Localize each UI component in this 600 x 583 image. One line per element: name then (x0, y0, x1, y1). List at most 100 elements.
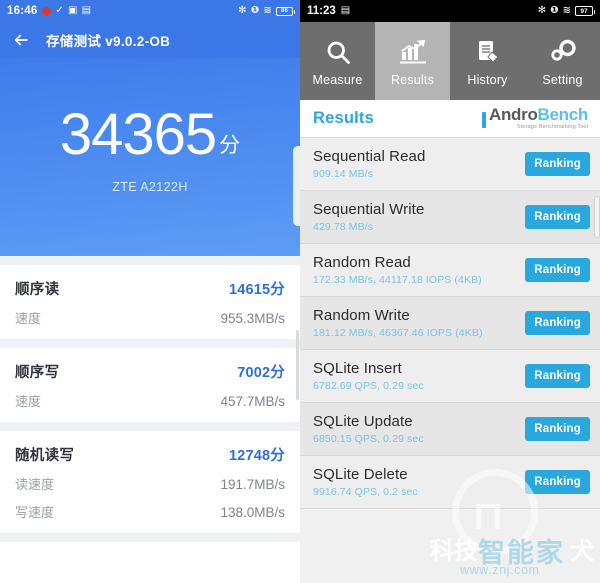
row-title: Sequential Read (313, 148, 426, 165)
split-screen-icon: ▤ (81, 5, 92, 16)
left-status-time: 16:46 (7, 5, 38, 17)
logo-wordmark: AndroBench (489, 106, 588, 123)
ranking-button[interactable]: Ranking (525, 258, 590, 282)
table-row[interactable]: Sequential Read 909.14 MB/s Ranking (300, 138, 600, 191)
tab-setting[interactable]: Setting (525, 22, 600, 100)
wifi-icon: ≋ (263, 5, 272, 16)
result-name: 随机读写 (15, 448, 75, 464)
left-phone-panel: 16:46 ✓ ▣ ▤ ✻ ❶ ≋ 86 存储测试 v9.0.2-OB 3436… (0, 0, 300, 583)
row-title: Random Read (313, 254, 411, 271)
row-detail: 9916.74 QPS, 0.2 sec (313, 486, 418, 498)
row-detail: 181.12 MB/s, 46367.46 IOPS (4KB) (313, 327, 483, 339)
section-gap (0, 533, 300, 542)
right-phone-panel: 11:23 ▤ ✻ ❶ ≋ 97 Measure Results History… (300, 0, 600, 583)
bluetooth-icon: ✻ (238, 5, 247, 16)
result-main-row: 顺序读 14615分 (15, 278, 285, 299)
row-detail: 909.14 MB/s (313, 168, 374, 180)
magnifier-icon (324, 36, 352, 68)
ranking-button[interactable]: Ranking (525, 205, 590, 229)
tab-label: Measure (312, 72, 363, 87)
logo-subtitle: Storage Benchmarking Tool (516, 124, 588, 131)
results-header: Results AndroBench Storage Benchmarking … (300, 100, 600, 138)
results-list: Sequential Read 909.14 MB/s Ranking Sequ… (300, 138, 600, 509)
dual-phone-screenshot: 16:46 ✓ ▣ ▤ ✻ ❶ ≋ 86 存储测试 v9.0.2-OB 3436… (0, 0, 600, 583)
row-texts: SQLite Update 6850.15 QPS, 0.29 sec (313, 413, 424, 445)
result-detail-label: 速度 (15, 311, 42, 326)
document-pen-icon (474, 36, 502, 68)
result-detail-row: 写速度 138.0MB/s (15, 502, 285, 521)
back-arrow-icon[interactable] (12, 31, 30, 49)
tab-label: History (467, 72, 508, 87)
ranking-button[interactable]: Ranking (525, 311, 590, 335)
row-texts: Random Read 172.33 MB/s, 44117.18 IOPS (… (313, 254, 482, 286)
result-detail-row: 速度 955.3MB/s (15, 308, 285, 327)
ranking-button[interactable]: Ranking (525, 152, 590, 176)
table-row[interactable]: SQLite Insert 6782.69 QPS, 0.29 sec Rank… (300, 350, 600, 403)
table-row[interactable]: SQLite Update 6850.15 QPS, 0.29 sec Rank… (300, 403, 600, 456)
logo-text: AndroBench Storage Benchmarking Tool (489, 106, 588, 131)
table-row[interactable]: SQLite Delete 9916.74 QPS, 0.2 sec Ranki… (300, 456, 600, 509)
tab-label: Results (390, 72, 435, 87)
ranking-button[interactable]: Ranking (525, 364, 590, 388)
row-title: SQLite Delete (313, 466, 408, 483)
gears-icon (548, 36, 578, 68)
result-card-sequential-read: 顺序读 14615分 速度 955.3MB/s (0, 265, 300, 339)
battery-icon: 97 (575, 6, 595, 16)
result-detail-row: 读速度 191.7MB/s (15, 474, 285, 493)
androbench-logo: AndroBench Storage Benchmarking Tool (481, 106, 588, 131)
results-title: Results (313, 109, 375, 127)
tab-label: Setting (542, 72, 583, 87)
row-detail: 172.33 MB/s, 44117.18 IOPS (4KB) (313, 274, 482, 286)
right-status-time: 11:23 (307, 5, 336, 17)
right-scrollbar[interactable] (594, 196, 600, 238)
ranking-button[interactable]: Ranking (525, 470, 590, 494)
screenshot-icon: ▣ (68, 5, 78, 16)
row-detail: 6850.15 QPS, 0.29 sec (313, 433, 424, 445)
wifi-icon: ≋ (562, 5, 571, 16)
result-name: 顺序写 (15, 365, 60, 381)
logo-part-one: Andro (488, 105, 538, 125)
ranking-button[interactable]: Ranking (525, 417, 590, 441)
table-row[interactable]: Random Read 172.33 MB/s, 44117.18 IOPS (… (300, 244, 600, 297)
row-texts: SQLite Delete 9916.74 QPS, 0.2 sec (313, 466, 418, 498)
tab-results[interactable]: Results (375, 22, 450, 100)
battery-level: 86 (280, 8, 289, 14)
section-gap (0, 256, 300, 265)
watermark-text-overlay: 智能家 (478, 538, 565, 568)
result-detail-label: 写速度 (15, 505, 55, 520)
result-detail-label: 读速度 (15, 477, 55, 492)
split-screen-icon: ▤ (340, 5, 351, 16)
right-status-bar: 11:23 ▤ ✻ ❶ ≋ 97 (300, 0, 600, 22)
row-detail: 429.78 MB/s (313, 221, 374, 233)
record-dot-icon (42, 6, 52, 16)
table-row[interactable]: Sequential Write 429.78 MB/s Ranking (300, 191, 600, 244)
logo-bar-icon (481, 111, 486, 128)
row-title: SQLite Insert (313, 360, 402, 377)
result-score: 7002分 (237, 365, 285, 381)
hero-edge-decoration (293, 146, 300, 226)
battery-level: 97 (580, 7, 588, 15)
left-status-bar: 16:46 ✓ ▣ ▤ ✻ ❶ ≋ 86 (0, 0, 300, 22)
row-texts: Sequential Read 909.14 MB/s (313, 148, 425, 180)
result-score: 12748分 (228, 448, 285, 464)
section-gap (0, 339, 300, 348)
battery-icon: 86 (276, 6, 295, 16)
result-name: 顺序读 (15, 282, 60, 298)
result-detail-value: 191.7MB/s (220, 477, 285, 492)
row-title: Sequential Write (313, 201, 425, 218)
result-detail-value: 955.3MB/s (220, 311, 285, 326)
watermark-text-right: 犬 (570, 538, 594, 565)
total-score-value: 34365 (59, 102, 217, 167)
left-scrollbar[interactable] (296, 330, 299, 400)
tab-measure[interactable]: Measure (300, 22, 375, 100)
result-detail-value: 138.0MB/s (220, 505, 285, 520)
tab-bar: Measure Results History Setting (300, 22, 600, 100)
total-score-unit: 分 (219, 134, 241, 157)
left-status-left-icons: ✓ ▣ ▤ (42, 6, 91, 16)
table-row[interactable]: Random Write 181.12 MB/s, 46367.46 IOPS … (300, 297, 600, 350)
watermark-text-row: 科技 犬 (430, 531, 594, 566)
check-icon: ✓ (55, 5, 65, 16)
row-texts: SQLite Insert 6782.69 QPS, 0.29 sec (313, 360, 424, 392)
tab-history[interactable]: History (450, 22, 525, 100)
device-model-label: ZTE A2122H (112, 180, 188, 194)
